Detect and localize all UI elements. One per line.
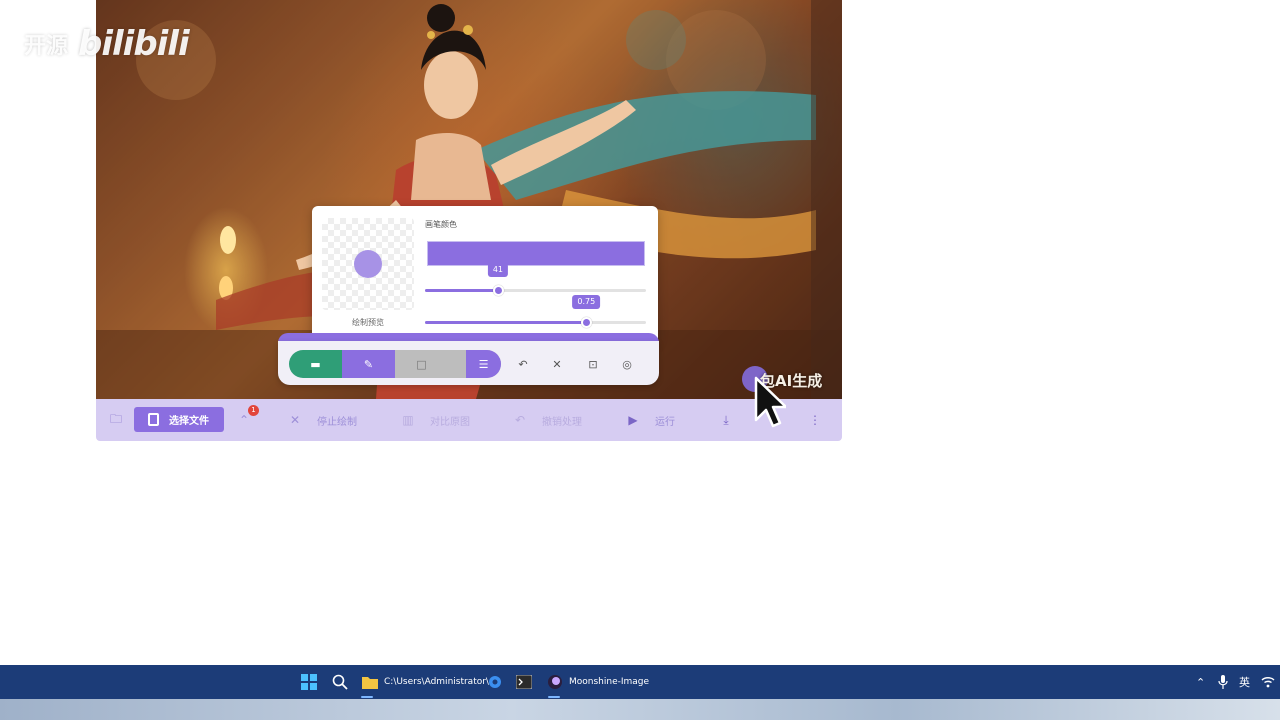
select-file-label: 选择文件	[169, 416, 209, 427]
ime-indicator[interactable]: 英	[1239, 665, 1250, 699]
play-icon: ▶	[628, 413, 638, 427]
more-options-button[interactable]: ⋮	[807, 412, 823, 428]
open-folder-button[interactable]: 🗀	[108, 412, 124, 428]
folder-icon: 🗀	[109, 411, 122, 426]
taskbar-moonshine[interactable]: Moonshine-Image	[546, 665, 649, 699]
close-icon: ✕	[552, 357, 562, 371]
wifi-button[interactable]	[1261, 665, 1275, 699]
notification-badge: 1	[248, 405, 259, 416]
compare-button[interactable]: 对比原图	[430, 413, 470, 428]
brush-size-slider[interactable]: 41	[425, 263, 646, 296]
pill-icon: ▬	[310, 357, 321, 371]
undo-process-icon: ↶	[514, 413, 526, 427]
compare-icon: ▥	[402, 413, 414, 427]
tray-overflow-button[interactable]: ⌃	[1196, 665, 1205, 699]
folder-icon	[361, 673, 379, 691]
moonshine-app-icon	[546, 673, 564, 691]
sliders-icon: ☰	[478, 357, 489, 371]
mode-brush-button[interactable]: ✎	[342, 350, 395, 378]
active-indicator	[361, 696, 373, 698]
bilibili-watermark: 开源 bilibili	[24, 24, 190, 64]
brush-size-value: 41	[487, 263, 509, 277]
brush-color-label: 画笔颜色	[425, 220, 457, 229]
search-button[interactable]	[331, 665, 349, 699]
ime-label: 英	[1239, 676, 1250, 689]
bilibili-logo: bilibili	[78, 24, 190, 64]
brush-opacity-fill	[425, 321, 587, 324]
wifi-icon	[1261, 677, 1275, 688]
mode-rectangle-button[interactable]: □	[395, 350, 448, 378]
chevron-up-icon: ⌃	[238, 413, 250, 427]
file-add-icon	[148, 413, 159, 426]
brush-settings-panel: 绘制预览 画笔颜色 41 0.75	[312, 206, 658, 343]
rectangle-icon: □	[416, 357, 427, 371]
moonshine-app-label: Moonshine-Image	[569, 677, 650, 687]
preview-label: 绘制预览	[352, 318, 384, 327]
windows-start-icon	[300, 673, 318, 691]
focus-icon: ⊡	[588, 357, 598, 371]
brush-icon: ✎	[363, 357, 374, 371]
microphone-icon	[1218, 675, 1228, 689]
hide-mask-button[interactable]: ◎	[619, 356, 635, 372]
action-bar: 🗀 选择文件 ⌃ 1 ✕ 停止绘制 ▥ 对比原图 ↶ 撤销处理 ▶ 运行 ⤓ ⋮	[96, 399, 842, 441]
drawing-toolbar: ▬ ✎ □ ◆ ☰ ↶ ✕ ⊡	[278, 341, 659, 385]
windows-taskbar: C:\Users\Administrator\ Moonshine-Image …	[0, 665, 1280, 699]
mouse-cursor-icon	[754, 376, 786, 428]
microphone-button[interactable]	[1218, 665, 1228, 699]
brush-color-picker[interactable]	[427, 241, 645, 266]
terminal-icon	[515, 673, 533, 691]
brush-preview-dot	[354, 250, 382, 278]
taskbar-app-2[interactable]	[486, 665, 504, 699]
app-window: 绘制预览 画笔颜色 41 0.75 ▬ ✎ □ ☰ ↶ ✕ ⊡ ◎ 包AI生成 …	[96, 0, 842, 441]
active-indicator	[548, 696, 560, 698]
desktop-background	[0, 699, 1280, 720]
download-icon: ⤓	[723, 412, 729, 427]
stop-draw-button[interactable]: 停止绘制	[317, 413, 357, 428]
more-vertical-icon: ⋮	[809, 413, 821, 427]
undo-icon: ↶	[518, 357, 528, 371]
taskbar-explorer[interactable]: C:\Users\Administrator\	[361, 665, 489, 699]
brush-opacity-handle[interactable]	[581, 317, 593, 328]
undo-process-button[interactable]: 撤销处理	[542, 413, 582, 428]
screen: 绘制预览 画笔颜色 41 0.75 ▬ ✎ □ ☰ ↶ ✕ ⊡ ◎ 包AI生成 …	[0, 0, 1280, 720]
clear-button[interactable]: ✕	[549, 356, 565, 372]
download-button[interactable]: ⤓	[718, 412, 734, 428]
brush-size-fill	[425, 289, 498, 292]
search-icon	[331, 673, 349, 691]
browser-icon	[486, 673, 504, 691]
brush-opacity-value: 0.75	[572, 295, 601, 309]
undo-stroke-button[interactable]: ↶	[515, 356, 531, 372]
watermark-text: 开源	[24, 34, 69, 59]
brush-preview	[322, 218, 414, 310]
brush-opacity-slider[interactable]: 0.75	[425, 295, 646, 328]
select-file-button[interactable]: 选择文件	[134, 407, 224, 432]
brush-size-handle[interactable]	[492, 285, 504, 296]
stop-draw-icon: ✕	[289, 413, 301, 427]
explorer-path-label: C:\Users\Administrator\	[384, 677, 489, 687]
eye-off-icon: ◎	[622, 357, 632, 371]
chevron-up-icon: ⌃	[1196, 675, 1206, 689]
run-button[interactable]: 运行	[655, 413, 675, 428]
fit-view-button[interactable]: ⊡	[585, 356, 601, 372]
brush-settings-button[interactable]: ☰	[466, 350, 501, 378]
mode-pill-button[interactable]: ▬	[289, 350, 342, 378]
taskbar-terminal[interactable]	[515, 665, 533, 699]
start-button[interactable]	[300, 665, 318, 699]
